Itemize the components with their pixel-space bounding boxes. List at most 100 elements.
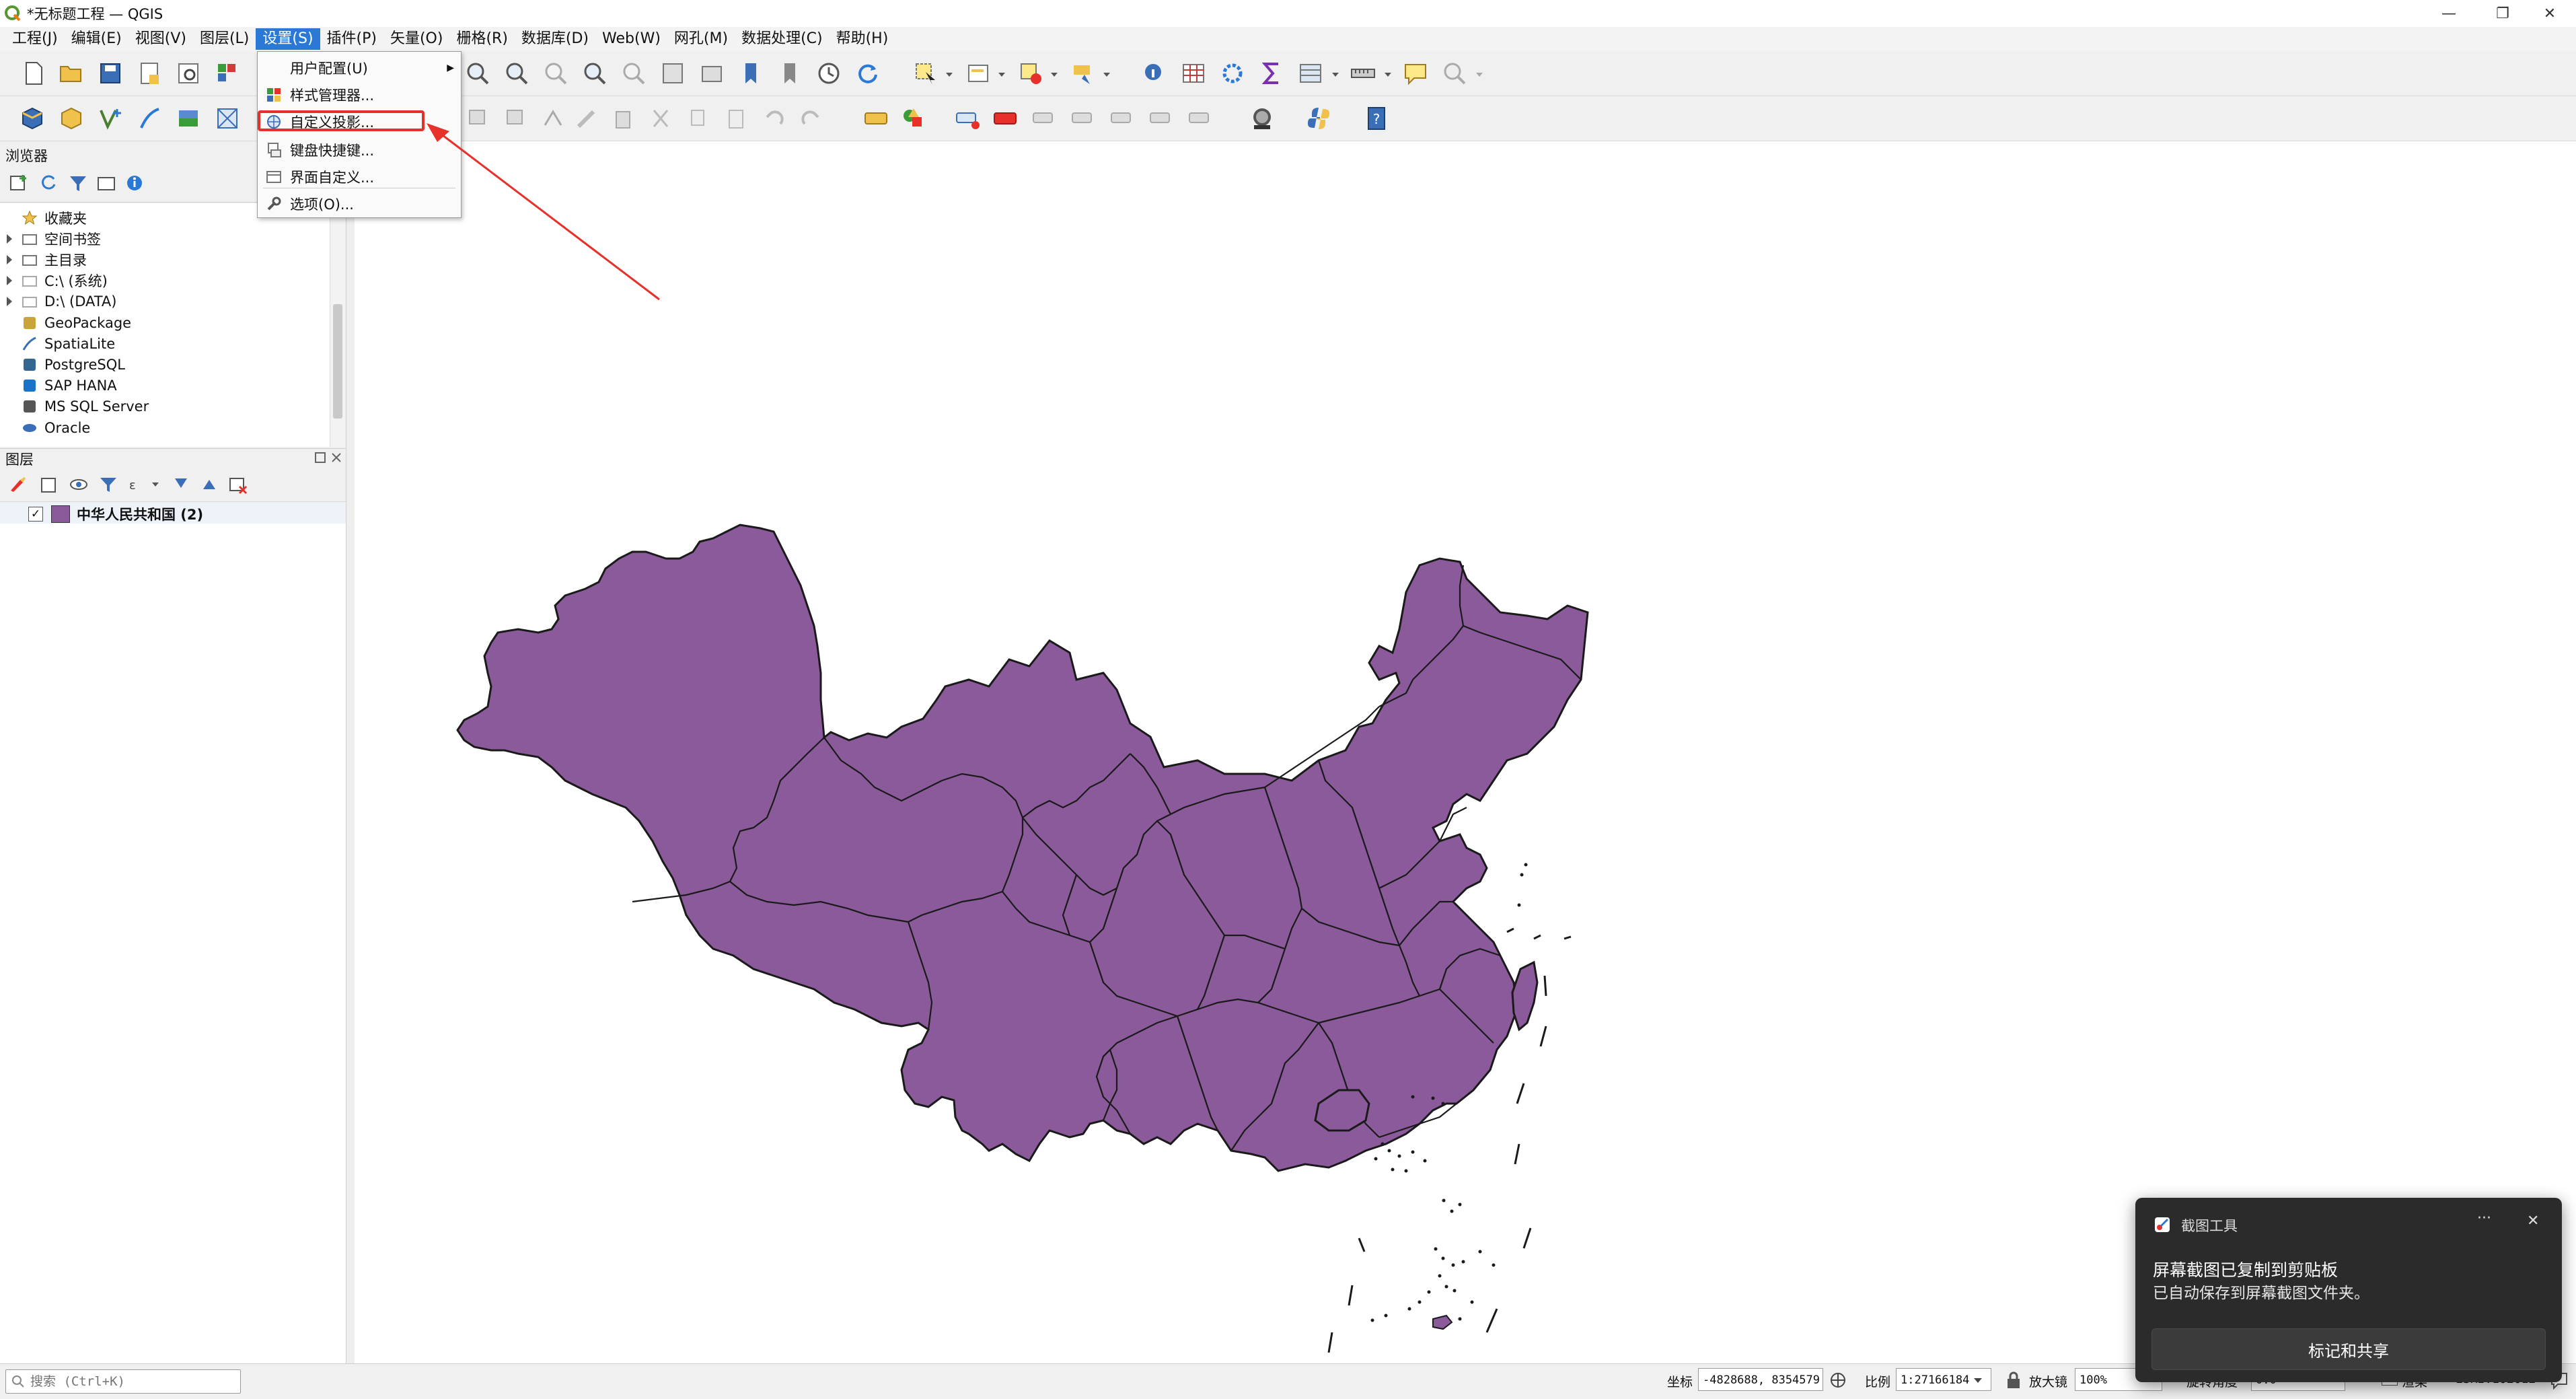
style-panel-icon[interactable] (8, 474, 28, 495)
collapse-all-icon[interactable] (199, 474, 219, 495)
attribute-table-icon[interactable] (1180, 60, 1207, 87)
layer-name[interactable]: 中华人民共和国 (2) (77, 504, 203, 524)
menu-help[interactable]: 帮助(H) (830, 28, 895, 50)
browser-item[interactable]: MS SQL Server (0, 396, 149, 417)
rotate-label-icon[interactable] (1068, 105, 1095, 132)
remove-layer-icon[interactable] (227, 474, 248, 495)
chevron-down-icon[interactable] (1476, 71, 1483, 78)
expand-arrow-icon[interactable] (7, 234, 12, 244)
browser-item[interactable]: 收藏夹 (0, 207, 87, 228)
chevron-down-icon[interactable] (152, 481, 159, 488)
change-label-icon[interactable] (1107, 105, 1134, 132)
deselect-icon[interactable] (1017, 60, 1044, 87)
chevron-down-icon[interactable] (1051, 71, 1058, 78)
add-mesh-layer-icon[interactable] (214, 105, 241, 132)
collapse-all-icon[interactable] (96, 172, 117, 194)
close-notification-button[interactable]: ✕ (2527, 1213, 2539, 1229)
zoom-layer-icon[interactable] (659, 60, 686, 87)
show-hide-labels-icon[interactable] (992, 105, 1019, 132)
identify-features-icon[interactable] (1141, 60, 1168, 87)
menu-plugins[interactable]: 插件(P) (320, 28, 383, 50)
statistics-sigma-icon[interactable] (1258, 60, 1285, 87)
temporal-controller-icon[interactable] (815, 60, 842, 87)
browser-item[interactable]: GeoPackage (0, 312, 131, 333)
add-group-icon[interactable] (39, 474, 59, 495)
label-properties-icon[interactable] (1146, 105, 1173, 132)
python-console-icon[interactable] (1305, 105, 1332, 132)
measure-line-icon[interactable] (1350, 60, 1376, 87)
mark-and-share-button[interactable]: 标记和共享 (2151, 1328, 2546, 1370)
label-tool-icon[interactable] (862, 105, 889, 132)
lock-scale-icon[interactable] (2005, 1371, 2022, 1390)
redo-icon[interactable] (798, 105, 825, 132)
minimize-button[interactable]: — (2422, 0, 2476, 27)
menu-web[interactable]: Web(W) (595, 28, 667, 50)
copy-features-icon[interactable] (685, 105, 712, 132)
toggle-extent-icon[interactable] (1829, 1371, 1847, 1390)
diagram-tool-icon[interactable] (900, 105, 927, 132)
new-project-icon[interactable] (20, 60, 47, 87)
select-features-icon[interactable] (912, 60, 939, 87)
map-tips-icon[interactable] (1402, 60, 1429, 87)
refresh-icon[interactable] (38, 172, 59, 194)
select-by-value-icon[interactable] (965, 60, 992, 87)
menu-vector[interactable]: 矢量(O) (383, 28, 449, 50)
zoom-native-icon[interactable] (698, 60, 725, 87)
layer-visibility-checkbox[interactable]: ✓ (28, 507, 43, 522)
new-print-layout-icon[interactable] (136, 60, 163, 87)
add-selected-layer-icon[interactable] (8, 172, 30, 194)
menu-item-style-manager[interactable]: 样式管理器... (258, 81, 461, 108)
menu-item-user-profiles[interactable]: 用户配置(U) ▶ (258, 55, 461, 81)
search-input[interactable] (29, 1372, 233, 1391)
layer-symbol[interactable] (51, 505, 70, 523)
browser-item[interactable]: D:\ (DATA) (0, 291, 116, 312)
browser-item[interactable]: 空间书签 (0, 228, 101, 249)
add-spatialite-layer-icon[interactable] (136, 105, 163, 132)
coordinate-field[interactable]: -4828688, 8354579 (1698, 1368, 1823, 1391)
close-panel-icon[interactable] (330, 451, 343, 464)
open-project-icon[interactable] (58, 60, 85, 87)
expand-arrow-icon[interactable] (7, 254, 12, 264)
pin-labels-icon[interactable] (954, 105, 981, 132)
globe-plugin-icon[interactable] (1249, 105, 1276, 132)
locator-search-box[interactable] (5, 1369, 241, 1394)
browser-item[interactable]: SAP HANA (0, 375, 117, 396)
zoom-in-icon[interactable] (464, 60, 491, 87)
new-geopackage-layer-icon[interactable] (58, 105, 85, 132)
menu-processing[interactable]: 数据处理(C) (735, 28, 830, 50)
menu-raster[interactable]: 栅格(R) (449, 28, 514, 50)
layer-row[interactable]: ✓ 中华人民共和国 (2) (0, 502, 346, 524)
float-panel-icon[interactable] (314, 451, 327, 464)
open-table-icon[interactable] (1297, 60, 1324, 87)
browser-item[interactable]: C:\ (系统) (0, 271, 108, 291)
menu-edit[interactable]: 编辑(E) (65, 28, 128, 50)
expand-arrow-icon[interactable] (7, 276, 12, 286)
chevron-down-icon[interactable] (1974, 1376, 1982, 1384)
zoom-selection-icon[interactable] (620, 60, 647, 87)
zoom-rubber-icon[interactable] (542, 60, 569, 87)
manage-map-themes-icon[interactable] (69, 474, 89, 495)
filter-legend-icon[interactable] (98, 474, 118, 495)
chevron-down-icon[interactable] (1332, 71, 1339, 78)
browser-item[interactable]: SpatiaLite (0, 333, 115, 354)
help-icon[interactable]: ? (1363, 105, 1390, 132)
zoom-out-icon[interactable] (503, 60, 530, 87)
menu-database[interactable]: 数据库(D) (515, 28, 595, 50)
expand-arrow-icon[interactable] (7, 297, 12, 307)
menu-settings[interactable]: 设置(S) (256, 28, 320, 50)
move-label-icon[interactable] (1029, 105, 1056, 132)
menu-view[interactable]: 视图(V) (128, 28, 193, 50)
layout-manager-icon[interactable] (175, 60, 202, 87)
expand-all-icon[interactable] (171, 474, 191, 495)
add-vector-layer-icon[interactable] (97, 105, 124, 132)
undo-icon[interactable] (760, 105, 787, 132)
paste-features-icon[interactable] (723, 105, 749, 132)
chevron-down-icon[interactable] (998, 71, 1005, 78)
browser-item[interactable]: Oracle (0, 417, 90, 438)
restore-button[interactable]: ❐ (2476, 0, 2530, 27)
filter-expression-icon[interactable]: ε (126, 474, 147, 495)
processing-toolbox-icon[interactable] (1219, 60, 1246, 87)
label-preview-icon[interactable] (1185, 105, 1212, 132)
chevron-down-icon[interactable] (946, 71, 953, 78)
refresh-icon[interactable] (854, 60, 881, 87)
